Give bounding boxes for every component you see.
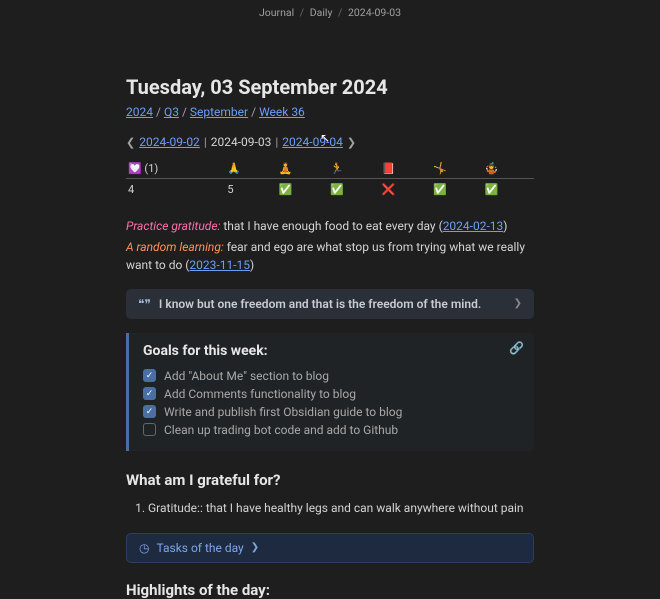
practice-gratitude-text: that I have enough food to eat every day… [220, 219, 442, 233]
habit-col-meditate: 🧘 [277, 159, 328, 179]
checkbox-checked-icon[interactable]: ✓ [143, 387, 156, 400]
quote-icon: ❝❞ [138, 297, 151, 311]
random-learning-link[interactable]: 2023-11-15 [189, 258, 250, 272]
goal-text: Add "About Me" section to blog [164, 369, 329, 383]
goal-item[interactable]: Clean up trading bot code and add to Git… [143, 421, 520, 439]
habit-col-run: 🏃 [328, 159, 379, 179]
quote-callout[interactable]: ❝❞ I know but one freedom and that is th… [126, 289, 534, 319]
habit-val: ✅ [277, 179, 328, 200]
breadcrumb-daily[interactable]: Daily [310, 6, 333, 19]
goal-text: Clean up trading bot code and add to Git… [164, 423, 398, 437]
page-content: Tuesday, 03 September 2024 2024/Q3/Septe… [0, 19, 660, 599]
goal-text: Write and publish first Obsidian guide t… [164, 405, 402, 419]
habit-val: ✅ [482, 179, 534, 200]
link-month[interactable]: September [190, 105, 248, 119]
tasks-callout-text: Tasks of the day [156, 541, 243, 555]
checkbox-checked-icon[interactable]: ✓ [143, 405, 156, 418]
practice-gratitude-line: Practice gratitude: that I have enough f… [126, 217, 534, 236]
habit-col-juggle: 🤹 [482, 159, 534, 179]
chevron-left-icon[interactable]: ❮ [126, 136, 135, 149]
link-week[interactable]: Week 36 [259, 105, 305, 119]
goal-item[interactable]: ✓ Write and publish first Obsidian guide… [143, 403, 520, 421]
habit-col-stretch: 🤸 [431, 159, 482, 179]
goals-block: 🔗 Goals for this week: ✓ Add "About Me" … [126, 333, 534, 451]
paren-close: ) [250, 258, 254, 272]
current-day: 2024-09-03 [211, 135, 272, 149]
prev-day-link[interactable]: 2024-09-02 [139, 135, 200, 149]
date-nav-links: 2024/Q3/September/Week 36 [126, 105, 534, 119]
link-icon[interactable]: 🔗 [509, 341, 524, 355]
random-learning-lead: A random learning: [126, 240, 224, 254]
page-title: Tuesday, 03 September 2024 [126, 75, 534, 99]
habit-col-read: 📕 [380, 159, 431, 179]
goals-heading: Goals for this week: [143, 343, 520, 359]
tasks-callout[interactable]: ◷ Tasks of the day ❯ [126, 533, 534, 563]
clock-icon: ◷ [139, 541, 149, 555]
habit-val: ✅ [328, 179, 379, 200]
day-nav: ❮2024-09-02|2024-09-03|2024-09-04❯ [126, 135, 534, 149]
habit-header-row: 💟 (1) 🙏 🧘 🏃 📕 🤸 🤹 [126, 159, 534, 179]
link-year[interactable]: 2024 [126, 105, 153, 119]
goal-item[interactable]: ✓ Add "About Me" section to blog [143, 367, 520, 385]
link-quarter[interactable]: Q3 [164, 105, 179, 119]
quote-text: I know but one freedom and that is the f… [159, 297, 481, 311]
breadcrumb-sep: / [338, 6, 342, 19]
section-highlights-heading: Highlights of the day: [126, 581, 534, 599]
habit-val: ✅ [431, 179, 482, 200]
section-grateful-heading: What am I grateful for? [126, 471, 534, 489]
breadcrumb-sep: / [300, 6, 304, 19]
grateful-list: Gratitude:: that I have healthy legs and… [126, 499, 534, 517]
breadcrumb-date[interactable]: 2024-09-03 [348, 6, 401, 19]
random-learning-line: A random learning: fear and ego are what… [126, 238, 534, 275]
paren-close: ) [503, 219, 507, 233]
breadcrumb-journal[interactable]: Journal [259, 6, 294, 19]
practice-gratitude-link[interactable]: 2024-02-13 [443, 219, 504, 233]
checkbox-checked-icon[interactable]: ✓ [143, 369, 156, 382]
chevron-right-icon: ❯ [251, 542, 259, 553]
grateful-item: Gratitude:: that I have healthy legs and… [148, 499, 534, 517]
goal-item[interactable]: ✓ Add Comments functionality to blog [143, 385, 520, 403]
chevron-right-icon[interactable]: ❯ [347, 136, 356, 149]
practice-gratitude-lead: Practice gratitude: [126, 219, 220, 233]
habit-val: ❌ [380, 179, 431, 200]
habit-value-row: 4 5 ✅ ✅ ❌ ✅ ✅ [126, 179, 534, 200]
habit-col-heart: 💟 (1) [126, 159, 225, 179]
breadcrumb: Journal / Daily / 2024-09-03 [0, 0, 660, 19]
habit-col-pray: 🙏 [225, 159, 276, 179]
habit-val: 5 [225, 179, 276, 200]
habit-val: 4 [126, 179, 225, 200]
checkbox-unchecked-icon[interactable] [143, 423, 156, 436]
next-day-link[interactable]: 2024-09-04 [282, 135, 343, 149]
chevron-right-icon: ❯ [514, 298, 522, 309]
habit-table: 💟 (1) 🙏 🧘 🏃 📕 🤸 🤹 4 5 ✅ ✅ ❌ ✅ ✅ [126, 159, 534, 199]
goal-text: Add Comments functionality to blog [164, 387, 356, 401]
